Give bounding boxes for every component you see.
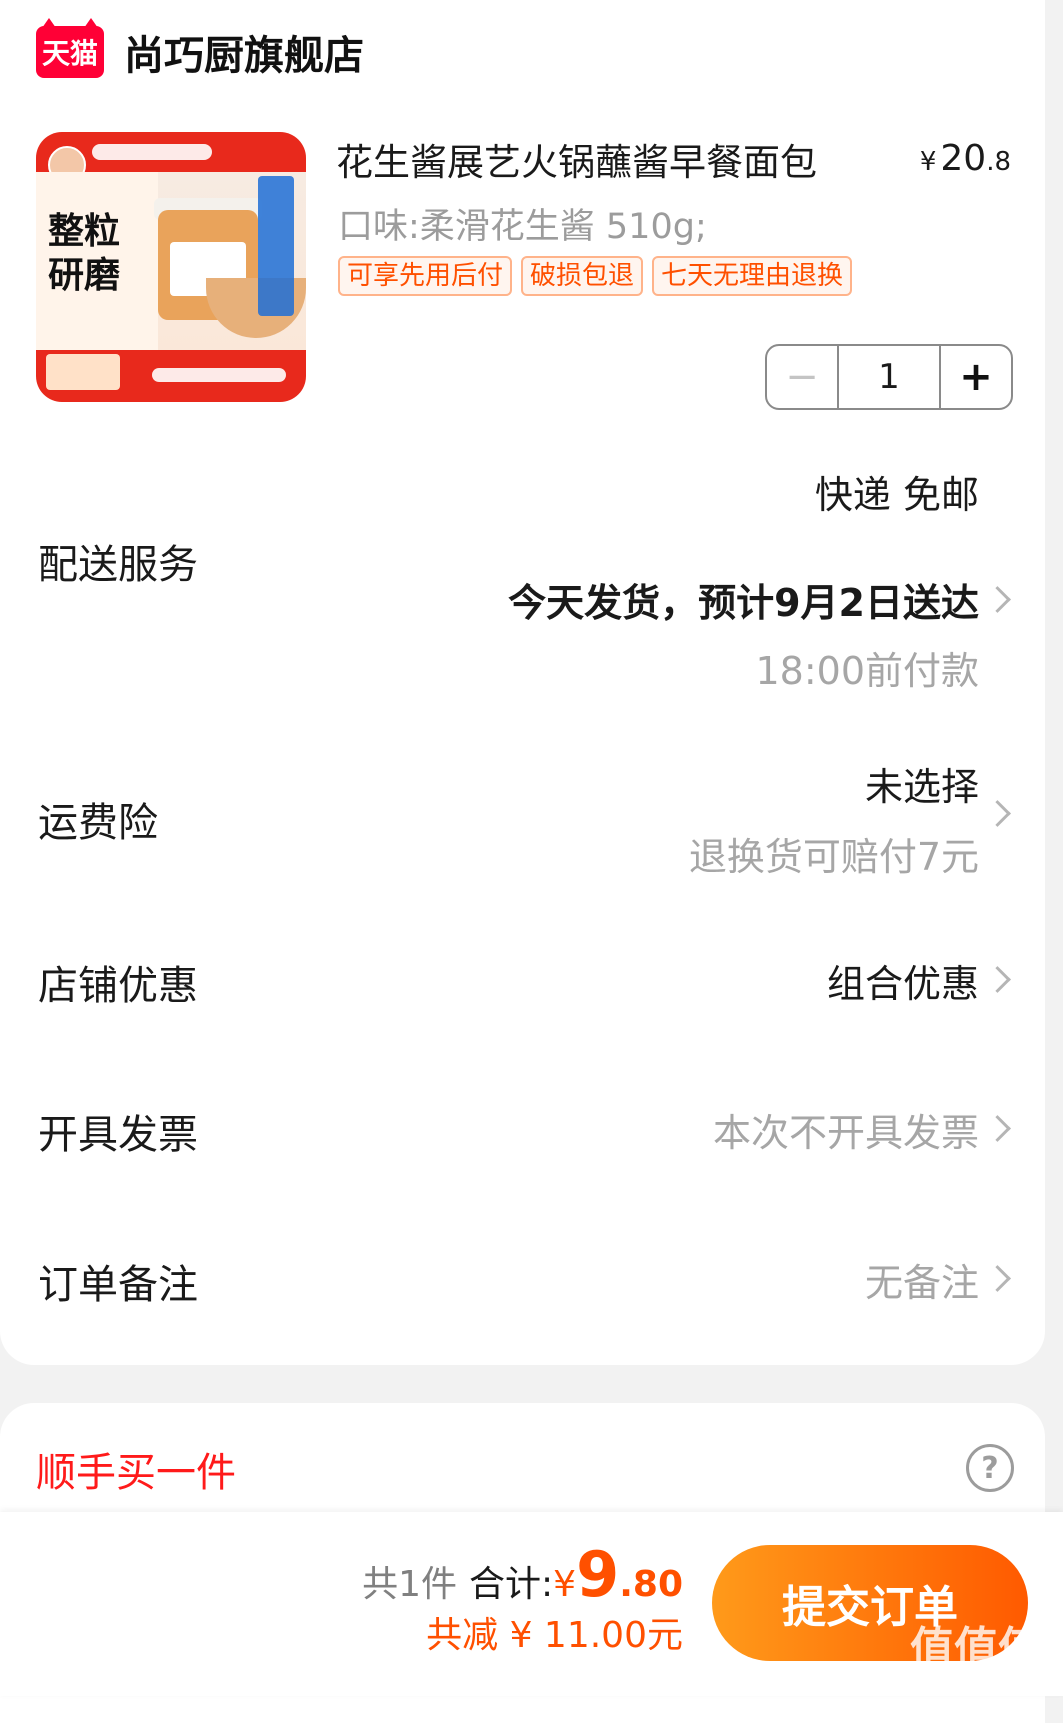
price-decimal: .8 [986, 147, 1011, 177]
quantity-value[interactable]: 1 [839, 346, 939, 408]
shipping-insurance-value[interactable]: 未选择 [865, 756, 979, 811]
quantity-plus-button[interactable]: + [939, 346, 1011, 408]
item-count: 共1件 [362, 1564, 458, 1605]
delivery-method[interactable]: 快递 免邮 [815, 464, 979, 519]
service-tags: 可享先用后付 破损包退 七天无理由退换 [338, 256, 861, 296]
order-note-value[interactable]: 无备注 [865, 1252, 979, 1307]
total-label: 合计: [469, 1564, 554, 1605]
total-integer: 9 [576, 1538, 620, 1611]
addon-title: 顺手买一件 [36, 1450, 236, 1496]
price-symbol: ¥ [919, 147, 937, 177]
delivery-eta[interactable]: 今天发货，预计9月2日送达 [508, 572, 979, 627]
help-icon[interactable]: ? [966, 1444, 1014, 1492]
delivery-label: 配送服务 [38, 542, 198, 588]
total-amount: ¥9.80 [553, 1538, 683, 1611]
image-text-line2: 研磨 [48, 255, 121, 296]
quantity-stepper: − 1 + [765, 344, 1013, 410]
total-symbol: ¥ [553, 1564, 577, 1605]
store-discount-value[interactable]: 组合优惠 [827, 953, 979, 1008]
store-header[interactable]: 天猫 尚巧厨旗舰店 [36, 18, 364, 82]
tmall-logo-text: 天猫 [41, 37, 98, 70]
tag-pay-later: 可享先用后付 [338, 256, 513, 296]
tag-seven-day-return: 七天无理由退换 [652, 256, 853, 296]
total-decimal: .80 [619, 1564, 683, 1605]
quantity-minus-button[interactable]: − [767, 346, 839, 408]
price-integer: 20 [940, 138, 987, 179]
tag-damage-refund: 破损包退 [521, 256, 644, 296]
product-price: ¥20.8 [920, 138, 1011, 179]
discount-summary[interactable]: 共减 ¥ 11.00元 [426, 1606, 683, 1658]
watermark-url: zhizhizhi.com [918, 1666, 1027, 1685]
order-note-label: 订单备注 [38, 1262, 198, 1308]
product-title[interactable]: 花生酱展艺火锅蘸酱早餐面包 [336, 132, 817, 186]
shipping-insurance-label: 运费险 [38, 800, 158, 846]
store-name: 尚巧厨旗舰店 [124, 33, 364, 79]
shipping-insurance-sub: 退换货可赔付7元 [688, 835, 979, 879]
delivery-cutoff: 18:00前付款 [755, 649, 979, 693]
store-discount-label: 店铺优惠 [38, 963, 198, 1009]
invoice-label: 开具发票 [38, 1112, 198, 1158]
total-summary: 共1件 合计: ¥9.80 [362, 1538, 683, 1611]
product-image[interactable]: 整粒 研磨 [36, 132, 306, 402]
tmall-logo-icon: 天猫 [36, 18, 104, 78]
invoice-value[interactable]: 本次不开具发票 [713, 1102, 979, 1157]
product-variant[interactable]: 口味:柔滑花生酱 510g; [338, 198, 707, 249]
